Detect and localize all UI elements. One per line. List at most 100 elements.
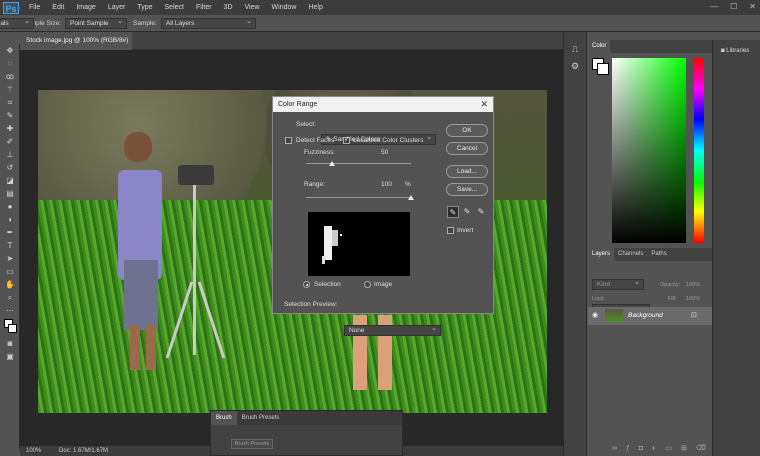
workspace-select[interactable]: Essentials (0, 17, 34, 29)
menu-image[interactable]: Image (70, 4, 101, 11)
hue-slider[interactable] (694, 58, 704, 243)
background-swatch[interactable] (597, 63, 609, 75)
properties-panel-icon[interactable]: ⚙ (564, 61, 586, 72)
type-tool-icon[interactable]: T (0, 239, 20, 252)
eyedropper-plus-icon[interactable]: ✎ (461, 206, 473, 218)
sample-size-select[interactable]: Point Sample (65, 17, 127, 29)
close-icon[interactable]: ✕ (749, 2, 756, 11)
adjustment-icon[interactable]: ◐ (652, 445, 665, 452)
invert-checkbox[interactable] (447, 227, 454, 234)
color-panel: Color (588, 40, 712, 245)
menu-filter[interactable]: Filter (190, 4, 218, 11)
history-brush-tool-icon[interactable]: ↺ (0, 161, 20, 174)
preview-mask-shape (340, 234, 342, 236)
marquee-tool-icon[interactable]: ◌ (0, 57, 20, 70)
sample-select[interactable]: All Layers (160, 17, 256, 29)
tab-brush-presets[interactable]: Brush Presets (237, 411, 285, 425)
hand-tool-icon[interactable]: ✋ (0, 278, 20, 291)
menu-3d[interactable]: 3D (218, 4, 239, 11)
tab-paths[interactable]: Paths (647, 248, 670, 261)
ok-button[interactable]: OK (446, 124, 488, 137)
brush-presets-button[interactable]: Brush Presets (231, 439, 273, 449)
menu-layer[interactable]: Layer (102, 4, 132, 11)
menu-view[interactable]: View (239, 4, 266, 11)
photoshop-logo: Ps (3, 1, 19, 14)
trash-icon[interactable]: ⌫ (696, 445, 715, 452)
tab-brush[interactable]: Brush (211, 411, 237, 425)
document-tab[interactable]: Stock image.jpg @ 100% (RGB/8#) × (20, 32, 132, 62)
shape-tool-icon[interactable]: ▭ (0, 265, 20, 278)
healing-tool-icon[interactable]: ✚ (0, 122, 20, 135)
crop-tool-icon[interactable]: ⌗ (0, 96, 20, 109)
layer-kind-filter[interactable]: Kind (592, 278, 644, 290)
selection-preview-select[interactable]: None (344, 324, 441, 336)
layer-row-background[interactable]: ◉ Background ⊡ (588, 307, 712, 325)
close-icon[interactable]: ✕ (480, 97, 488, 112)
screen-mode-icon[interactable]: ▣ (0, 350, 20, 363)
more-tools-icon[interactable]: ⋯ (0, 304, 20, 317)
dialog-title-bar[interactable]: Color Range ✕ (273, 97, 493, 112)
cancel-button[interactable]: Cancel (446, 142, 488, 155)
maximize-icon[interactable]: ☐ (730, 2, 737, 11)
fill-value[interactable]: 100% (686, 296, 700, 302)
fuzziness-label: Fuzziness: (304, 149, 336, 156)
fuzziness-value[interactable]: 50 (381, 149, 388, 156)
libraries-panel: ◙ Libraries (712, 40, 760, 456)
eyedropper-tool-icon[interactable]: ✎ (0, 109, 20, 122)
libraries-title[interactable]: Libraries (726, 48, 749, 54)
pen-tool-icon[interactable]: ✒ (0, 226, 20, 239)
eraser-tool-icon[interactable]: ◪ (0, 174, 20, 187)
color-swatches[interactable] (0, 317, 20, 337)
menu-type[interactable]: Type (131, 4, 158, 11)
folder-icon[interactable]: ▭ (665, 445, 681, 452)
menu-help[interactable]: Help (302, 4, 328, 11)
fuzziness-slider[interactable] (306, 163, 411, 164)
tab-layers[interactable]: Layers (588, 248, 615, 261)
stamp-tool-icon[interactable]: ⊥ (0, 148, 20, 161)
tab-channels[interactable]: Channels (614, 248, 647, 261)
menu-select[interactable]: Select (159, 4, 190, 11)
brush-tool-icon[interactable]: ✐ (0, 135, 20, 148)
zoom-tool-icon[interactable]: ⌕ (0, 291, 20, 304)
range-slider[interactable] (306, 197, 411, 198)
zoom-level[interactable]: 100% (26, 448, 41, 454)
doc-info: Doc: 1.67M/1.67M (59, 448, 109, 454)
localized-clusters-checkbox[interactable] (343, 135, 350, 144)
path-select-tool-icon[interactable]: ➤ (0, 252, 20, 265)
move-tool-icon[interactable]: ✥ (0, 44, 20, 57)
load-button[interactable]: Load... (446, 165, 488, 178)
quick-mask-icon[interactable]: ◙ (0, 337, 20, 350)
history-panel-icon[interactable]: ⎍ (564, 44, 586, 55)
color-saturation-field[interactable] (612, 58, 686, 243)
range-value[interactable]: 100 (381, 181, 392, 188)
link-icon[interactable]: ∞ (612, 445, 626, 452)
detect-faces-checkbox[interactable] (285, 137, 292, 144)
eyedropper-minus-icon[interactable]: ✎ (475, 206, 487, 218)
opacity-value[interactable]: 100% (686, 282, 700, 288)
fuzziness-slider-knob[interactable] (329, 161, 336, 166)
menu-edit[interactable]: Edit (46, 4, 70, 11)
dodge-tool-icon[interactable]: ◖ (0, 213, 20, 226)
range-slider-knob[interactable] (408, 195, 414, 200)
mask-icon[interactable]: ◘ (639, 445, 652, 452)
menu-file[interactable]: File (23, 4, 46, 11)
range-unit: % (405, 181, 411, 188)
save-button[interactable]: Save... (446, 183, 488, 196)
new-layer-icon[interactable]: ⊞ (681, 445, 696, 452)
eyedropper-icon[interactable]: ✎ (447, 206, 459, 218)
menu-window[interactable]: Window (266, 4, 303, 11)
image-radio[interactable] (364, 281, 371, 288)
fx-icon[interactable]: ƒ (626, 445, 639, 452)
tab-color[interactable]: Color (588, 40, 611, 53)
lasso-tool-icon[interactable]: ꝏ (0, 70, 20, 83)
document-tab-title: Stock image.jpg @ 100% (RGB/8#) (26, 37, 129, 44)
blur-tool-icon[interactable]: ● (0, 200, 20, 213)
gradient-tool-icon[interactable]: ▤ (0, 187, 20, 200)
layer-name[interactable]: Background (628, 312, 663, 319)
magic-wand-tool-icon[interactable]: ⚚ (0, 83, 20, 96)
detect-faces-label: Detect Faces (296, 137, 335, 144)
libraries-icon[interactable]: ◙ (721, 48, 725, 54)
eye-icon[interactable]: ◉ (592, 311, 598, 319)
selection-radio[interactable] (303, 281, 310, 288)
minimize-icon[interactable]: — (710, 2, 718, 11)
